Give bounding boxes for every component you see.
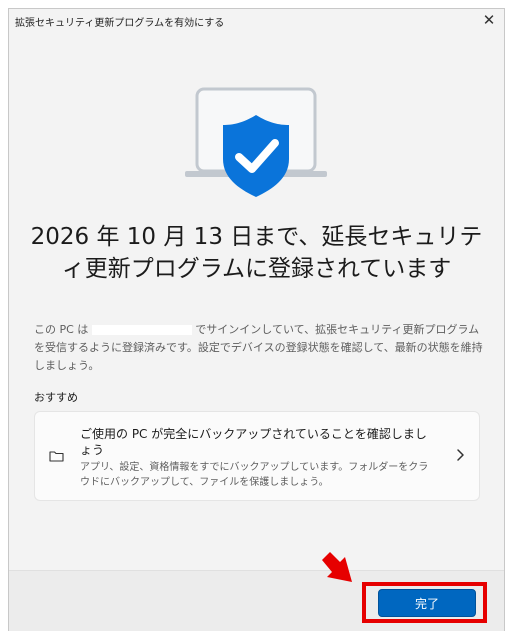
description-part-1: この PC は: [34, 323, 89, 336]
close-button[interactable]: ✕: [474, 9, 504, 33]
chevron-right-icon: [457, 449, 464, 461]
description-text: この PC は でサインインしていて、拡張セキュリティ更新プログラムを受信するよ…: [34, 321, 484, 375]
title-bar: 拡張セキュリティ更新プログラムを有効にする ✕: [9, 9, 504, 33]
dialog-footer: 完了: [9, 570, 504, 631]
folder-icon: [49, 451, 64, 462]
laptop-shield-icon: [185, 87, 327, 197]
card-title: ご使用の PC が完全にバックアップされていることを確認しましょう: [80, 427, 427, 457]
done-button[interactable]: 完了: [378, 589, 476, 617]
backup-recommendation-card[interactable]: ご使用の PC が完全にバックアップされていることを確認しましょう アプリ、設定…: [34, 411, 480, 501]
redacted-account: [91, 325, 192, 335]
card-description: アプリ、設定、資格情報をすでにバックアップしています。フォルダーをクラウドにバッ…: [80, 462, 429, 488]
headline-line-1: 2026 年 10 月 13 日まで、延長セキュリテ: [30, 224, 483, 250]
headline-line-2: ィ更新プログラムに登録されています: [61, 256, 452, 282]
recommended-label: おすすめ: [34, 391, 78, 404]
dialog-content: 2026 年 10 月 13 日まで、延長セキュリテ ィ更新プログラムに登録され…: [9, 33, 504, 570]
dialog-window: 拡張セキュリティ更新プログラムを有効にする ✕ 2026 年 10 月 13 日…: [8, 8, 505, 631]
window-title: 拡張セキュリティ更新プログラムを有効にする: [15, 18, 225, 29]
page-title: 2026 年 10 月 13 日まで、延長セキュリテ ィ更新プログラムに登録され…: [27, 221, 486, 285]
